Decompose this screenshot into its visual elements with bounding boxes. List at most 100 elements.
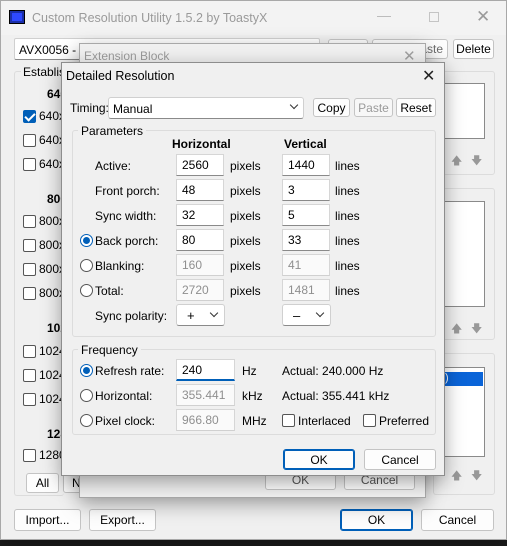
checkbox-1024-3[interactable] xyxy=(23,393,36,406)
checkbox-800-2[interactable] xyxy=(23,239,36,252)
total-h-input[interactable]: 2720 xyxy=(176,279,224,301)
h-polarity-select[interactable]: + xyxy=(176,304,225,326)
front-porch-h-unit: pixels xyxy=(230,184,261,198)
move-down-icon[interactable]: 🡇 xyxy=(471,467,482,486)
chevron-down-icon xyxy=(209,308,219,318)
checkbox-1024-2[interactable] xyxy=(23,369,36,382)
move-down-icon[interactable]: 🡇 xyxy=(471,152,482,171)
parameters-label: Parameters xyxy=(78,124,147,138)
main-title-bar: Custom Resolution Utility 1.5.2 by Toast… xyxy=(1,1,506,35)
checkbox-1280-1[interactable] xyxy=(23,449,36,462)
horizontal-freq-actual: Actual: 355.441 kHz xyxy=(282,389,390,403)
timing-select-value: Manual xyxy=(113,102,153,116)
checkbox-640-2[interactable] xyxy=(23,134,36,147)
paste-button-label: Paste xyxy=(358,100,389,115)
horizontal-freq-label: Horizontal: xyxy=(95,389,153,403)
all-button[interactable]: All xyxy=(26,473,59,493)
back-porch-h-unit: pixels xyxy=(230,234,261,248)
sync-width-v-input[interactable]: 5 xyxy=(282,204,330,226)
back-porch-label: Back porch: xyxy=(95,234,159,248)
sync-width-h-unit: pixels xyxy=(230,209,261,223)
refresh-rate-input[interactable]: 240 xyxy=(176,359,235,381)
pixel-clock-input[interactable]: 966.80 xyxy=(176,409,235,431)
main-ok-button[interactable]: OK xyxy=(340,509,413,531)
close-icon[interactable]: ✕ xyxy=(422,66,435,86)
move-up-icon[interactable]: 🡅 xyxy=(451,152,462,171)
maximize-icon[interactable] xyxy=(429,12,439,22)
sync-width-v-unit: lines xyxy=(335,209,360,223)
pixel-clock-label: Pixel clock: xyxy=(95,414,156,428)
sync-polarity-label: Sync polarity: xyxy=(95,309,168,323)
frequency-label: Frequency xyxy=(78,343,141,357)
move-up-icon[interactable]: 🡅 xyxy=(451,467,462,486)
delete-button[interactable]: Delete xyxy=(453,39,494,59)
horizontal-freq-radio[interactable] xyxy=(80,389,93,402)
sync-width-h-input[interactable]: 32 xyxy=(176,204,224,226)
total-v-input[interactable]: 1481 xyxy=(282,279,330,301)
v-polarity-value: – xyxy=(293,308,301,323)
back-porch-radio[interactable] xyxy=(80,234,93,247)
dialog-title: Detailed Resolution xyxy=(66,69,175,83)
move-up-icon[interactable]: 🡅 xyxy=(451,320,462,339)
front-porch-h-input[interactable]: 48 xyxy=(176,179,224,201)
timing-select[interactable]: Manual xyxy=(108,97,304,119)
v-polarity-select[interactable]: – xyxy=(282,304,331,326)
total-radio[interactable] xyxy=(80,284,93,297)
back-porch-v-input[interactable]: 33 xyxy=(282,229,330,251)
preferred-label: Preferred xyxy=(379,414,430,428)
back-porch-v-unit: lines xyxy=(335,234,360,248)
front-porch-v-input[interactable]: 3 xyxy=(282,179,330,201)
checkbox-800-4[interactable] xyxy=(23,287,36,300)
blanking-radio[interactable] xyxy=(80,259,93,272)
dialog-cancel-button[interactable]: Cancel xyxy=(364,449,436,470)
copy-button[interactable]: Copy xyxy=(313,98,350,117)
total-h-unit: pixels xyxy=(230,284,261,298)
active-h-input[interactable]: 2560 xyxy=(176,154,224,176)
refresh-rate-label: Refresh rate: xyxy=(95,364,165,378)
blanking-h-unit: pixels xyxy=(230,259,261,273)
paste-button[interactable]: Paste xyxy=(354,98,393,117)
front-porch-label: Front porch: xyxy=(95,184,160,198)
delete-button-label: Delete xyxy=(456,42,491,56)
preferred-checkbox[interactable] xyxy=(363,414,376,427)
export-button-label: Export... xyxy=(100,513,145,527)
minimize-icon[interactable]: — xyxy=(377,7,391,23)
active-v-unit: lines xyxy=(335,159,360,173)
checkbox-800-1[interactable] xyxy=(23,215,36,228)
pixel-clock-unit: MHz xyxy=(242,414,267,428)
vertical-header: Vertical xyxy=(284,137,327,151)
main-ok-button-label: OK xyxy=(367,513,386,527)
chevron-down-icon xyxy=(289,100,299,110)
horizontal-freq-unit: kHz xyxy=(242,389,263,403)
checkbox-640-1[interactable] xyxy=(23,110,36,123)
total-v-unit: lines xyxy=(335,284,360,298)
h-polarity-value: + xyxy=(187,308,195,323)
import-button[interactable]: Import... xyxy=(14,509,81,531)
reset-button[interactable]: Reset xyxy=(396,98,436,117)
dialog-ok-button[interactable]: OK xyxy=(283,449,355,470)
blanking-h-input[interactable]: 160 xyxy=(176,254,224,276)
move-down-icon[interactable]: 🡇 xyxy=(471,320,482,339)
interlaced-checkbox[interactable] xyxy=(282,414,295,427)
export-button[interactable]: Export... xyxy=(89,509,156,531)
refresh-rate-radio[interactable] xyxy=(80,364,93,377)
blanking-v-unit: lines xyxy=(335,259,360,273)
refresh-rate-actual: Actual: 240.000 Hz xyxy=(282,364,384,378)
extension-block-title: Extension Block xyxy=(84,49,170,63)
checkbox-800-3[interactable] xyxy=(23,263,36,276)
active-label: Active: xyxy=(95,159,132,173)
back-porch-h-input[interactable]: 80 xyxy=(176,229,224,251)
active-h-unit: pixels xyxy=(230,159,261,173)
horizontal-freq-input[interactable]: 355.441 xyxy=(176,384,235,406)
pixel-clock-radio[interactable] xyxy=(80,414,93,427)
close-icon[interactable]: ✕ xyxy=(476,7,490,27)
active-v-input[interactable]: 1440 xyxy=(282,154,330,176)
refresh-rate-unit: Hz xyxy=(242,364,257,378)
main-cancel-button[interactable]: Cancel xyxy=(421,509,494,531)
checkbox-640-3[interactable] xyxy=(23,158,36,171)
import-button-label: Import... xyxy=(25,513,70,527)
checkbox-1024-1[interactable] xyxy=(23,345,36,358)
blanking-label: Blanking: xyxy=(95,259,145,273)
blanking-v-input[interactable]: 41 xyxy=(282,254,330,276)
main-cancel-button-label: Cancel xyxy=(438,513,477,527)
